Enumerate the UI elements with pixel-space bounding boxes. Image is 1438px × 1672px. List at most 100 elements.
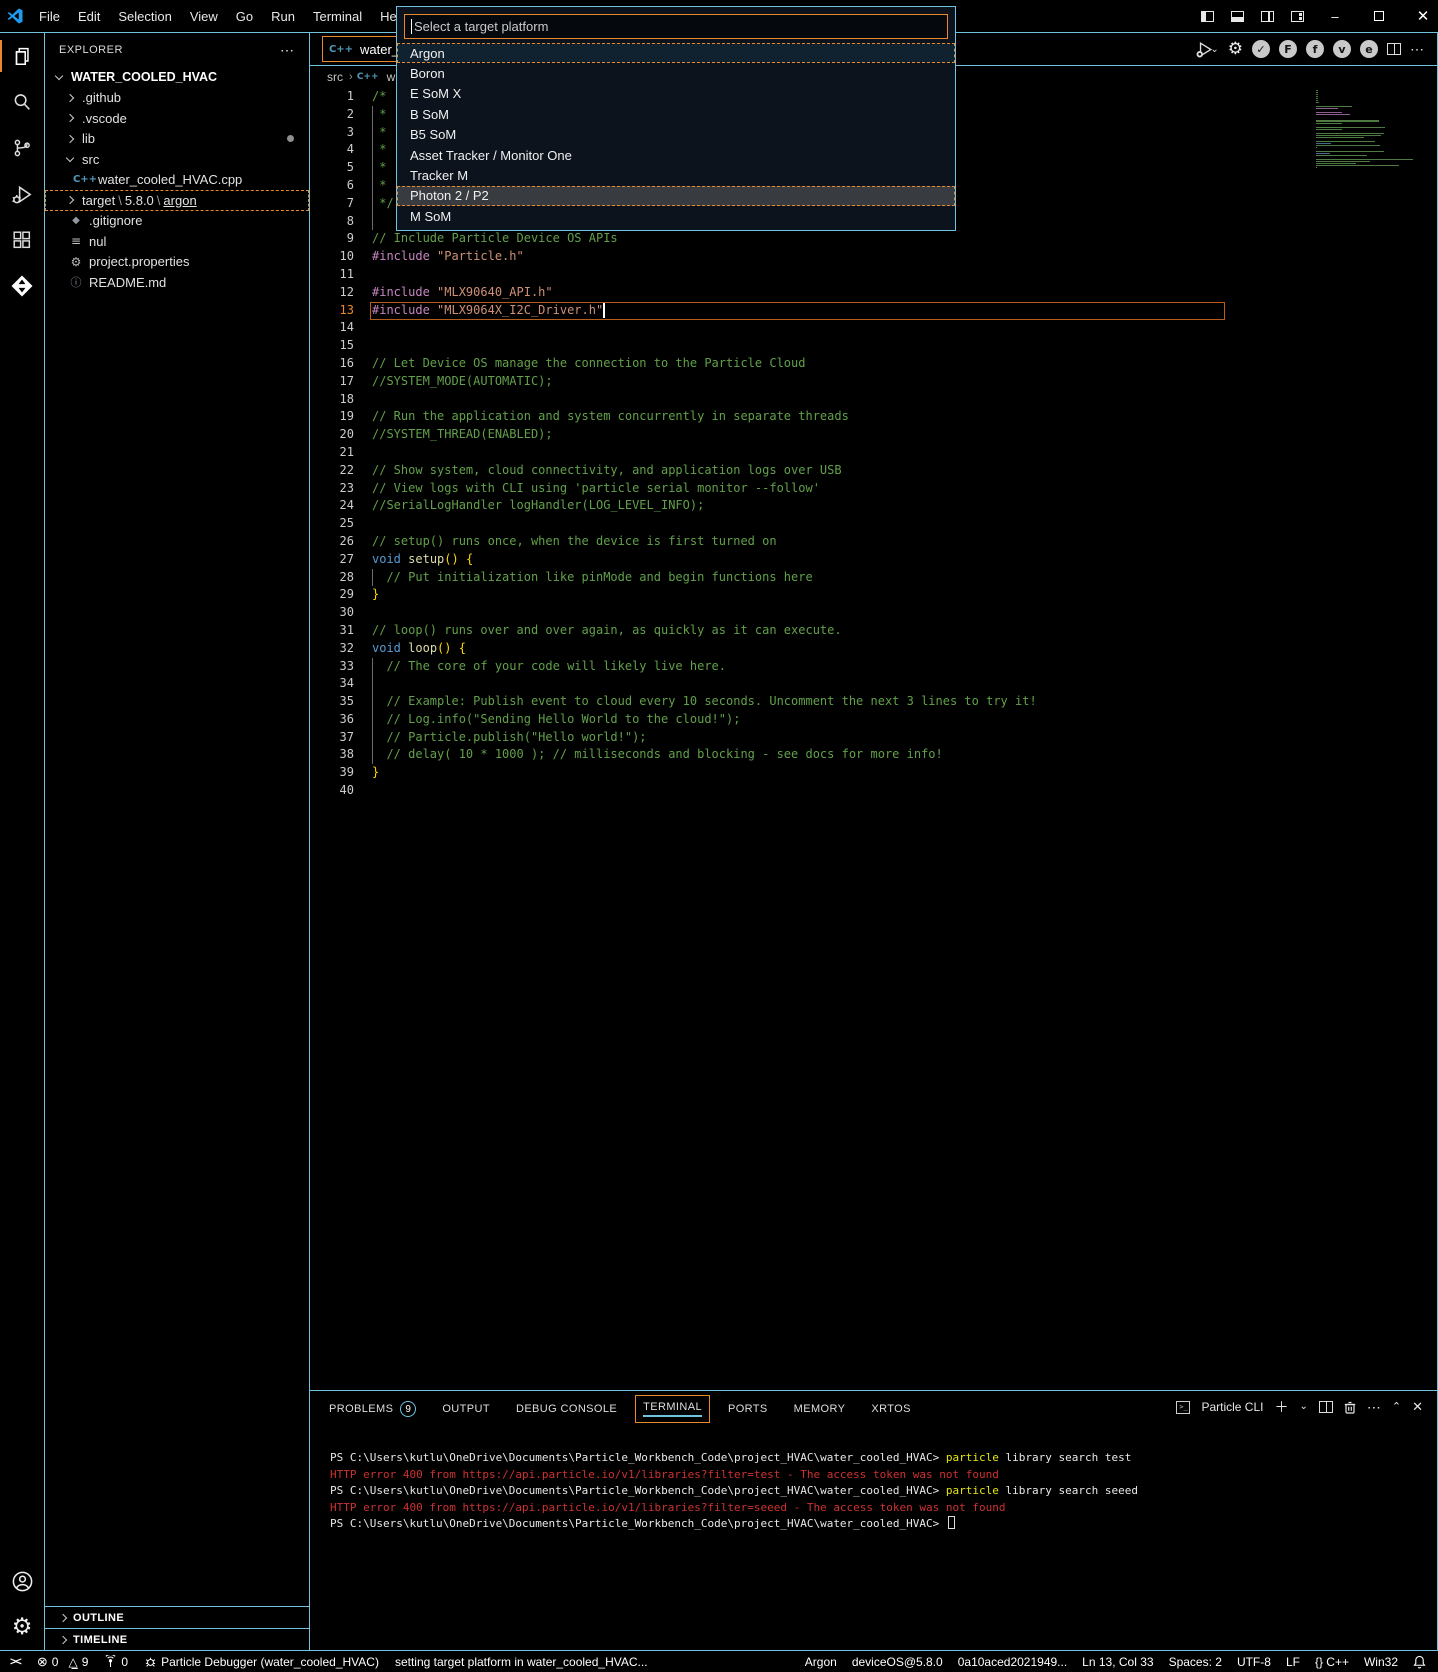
quickpick-input[interactable]: Select a target platform [404,14,948,39]
menu-view[interactable]: View [181,9,227,24]
remote-indicator[interactable]: >< [10,1656,21,1668]
status-item[interactable]: Ln 13, Col 33 [1082,1655,1153,1669]
tree-item[interactable]: .vscode [45,108,309,129]
quickpick-item[interactable]: Photon 2 / P2 [397,186,955,206]
panel-tab-ports[interactable]: PORTS [728,1403,768,1415]
status-item[interactable]: LF [1286,1655,1300,1669]
panel-tab-debug-console[interactable]: DEBUG CONSOLE [516,1403,617,1415]
quickpick-item[interactable]: Argon [397,43,955,63]
tree-item[interactable]: ≡nul [45,231,309,252]
outline-section[interactable]: OUTLINE [45,1606,309,1628]
code-line[interactable]: 34 [310,675,1437,693]
status-item[interactable]: deviceOS@5.8.0 [852,1655,943,1669]
code-line[interactable]: 35 // Example: Publish event to cloud ev… [310,693,1437,711]
tree-item[interactable]: WATER_COOLED_HVAC [45,67,309,88]
terminal-title[interactable]: Particle CLI [1201,1400,1263,1414]
search-icon[interactable] [0,79,45,125]
code-line[interactable]: 10#include "Particle.h" [310,248,1437,266]
tree-item[interactable]: ⓘREADME.md [45,272,309,293]
terminal[interactable]: PS C:\Users\kutlu\OneDrive\Documents\Par… [310,1450,1437,1533]
panel-tab-xrtos[interactable]: XRTOS [871,1403,911,1415]
code-line[interactable]: 22// Show system, cloud connectivity, an… [310,462,1437,480]
code-line[interactable]: 31// loop() runs over and over again, as… [310,622,1437,640]
quickpick-item[interactable]: B5 SoM [397,125,955,145]
particle-compile-icon[interactable]: ✓ [1252,40,1270,58]
run-debug-icon[interactable] [0,171,45,217]
terminal-picker-chevron-icon[interactable]: ⌄ [1299,1400,1307,1414]
breadcrumb-folder[interactable]: src [327,70,343,84]
code-line[interactable]: 36 // Log.info("Sending Hello World to t… [310,711,1437,729]
code-line[interactable]: 37 // Particle.publish("Hello world!"); [310,729,1437,747]
quickpick-item[interactable]: Asset Tracker / Monitor One [397,145,955,165]
code-line[interactable]: 38 // delay( 10 * 1000 ); // millisecond… [310,746,1437,764]
debug-run-icon[interactable]: ⌄ [1195,40,1218,59]
close-window-button[interactable]: ✕ [1408,0,1438,32]
timeline-section[interactable]: TIMELINE [45,1628,309,1650]
maximize-panel-icon[interactable]: ⌃ [1392,1400,1401,1414]
status-item[interactable]: UTF-8 [1237,1655,1271,1669]
code-line[interactable]: 19// Run the application and system conc… [310,408,1437,426]
sidebar-more-actions-icon[interactable]: ⋯ [280,42,295,59]
quickpick-item[interactable]: Boron [397,63,955,83]
tree-item[interactable]: lib [45,129,309,150]
panel-tab-memory[interactable]: MEMORY [794,1403,846,1415]
notifications-bell-icon[interactable] [1413,1655,1426,1669]
status-item[interactable]: Spaces: 2 [1169,1655,1222,1669]
code-line[interactable]: 25 [310,515,1437,533]
code-line[interactable]: 39} [310,764,1437,782]
split-terminal-icon[interactable] [1319,1401,1333,1413]
menu-file[interactable]: File [30,9,69,24]
code-line[interactable]: 20//SYSTEM_THREAD(ENABLED); [310,426,1437,444]
code-line[interactable]: 40 [310,782,1437,800]
problems-status[interactable]: ⊗ 0 △̲ 9 [37,1654,89,1670]
maximize-button[interactable] [1364,0,1394,32]
ports-status[interactable]: 0 [104,1655,128,1669]
code-line[interactable]: 24//SerialLogHandler logHandler(LOG_LEVE… [310,497,1437,515]
code-line[interactable]: 33 // The core of your code will likely … [310,658,1437,676]
code-line[interactable]: 18 [310,391,1437,409]
status-item[interactable]: Argon [805,1655,837,1669]
panel-tab-problems[interactable]: PROBLEMS9 [329,1401,416,1417]
code-line[interactable]: 21 [310,444,1437,462]
quickpick-item[interactable]: Tracker M [397,165,955,185]
code-line[interactable]: 27void setup() { [310,551,1437,569]
more-actions-icon[interactable]: ⋯ [1410,41,1424,58]
toggle-primary-sidebar-icon[interactable] [1192,0,1222,32]
toggle-panel-icon[interactable] [1222,0,1252,32]
customize-layout-icon[interactable] [1282,0,1312,32]
status-item[interactable]: 0a10aced2021949... [958,1655,1067,1669]
code-line[interactable]: 28 // Put initialization like pinMode an… [310,569,1437,587]
menu-terminal[interactable]: Terminal [304,9,371,24]
code-line[interactable]: 23// View logs with CLI using 'particle … [310,480,1437,498]
status-item[interactable]: Win32 [1364,1655,1398,1669]
tree-item[interactable]: ⚙project.properties [45,252,309,273]
account-icon[interactable] [0,1558,45,1604]
menu-go[interactable]: Go [227,9,262,24]
tree-item[interactable]: ◆.gitignore [45,211,309,232]
menu-edit[interactable]: Edit [69,9,109,24]
code-line[interactable]: 30 [310,604,1437,622]
particle-flash-icon[interactable]: Ϝ [1279,40,1297,58]
particle-v-icon[interactable]: v [1333,40,1351,58]
menu-selection[interactable]: Selection [109,9,180,24]
code-line[interactable]: 26// setup() runs once, when the device … [310,533,1437,551]
extensions-icon[interactable] [0,217,45,263]
panel-more-actions-icon[interactable]: ⋯ [1367,1400,1381,1414]
split-editor-icon[interactable] [1387,43,1401,55]
kill-terminal-icon[interactable] [1344,1401,1356,1414]
close-panel-icon[interactable]: ✕ [1412,1400,1423,1414]
particle-f-icon[interactable]: f [1306,40,1324,58]
tree-item[interactable]: src [45,149,309,170]
particle-e-icon[interactable]: e [1360,40,1378,58]
toggle-secondary-sidebar-icon[interactable] [1252,0,1282,32]
code-line[interactable]: 12#include "MLX90640_API.h" [310,284,1437,302]
quickpick-item[interactable]: E SoM X [397,84,955,104]
code-line[interactable]: 14 [310,319,1437,337]
minimap[interactable] [1316,90,1428,171]
minimize-button[interactable]: – [1320,0,1350,32]
code-line[interactable]: 15 [310,337,1437,355]
code-line[interactable]: 9// Include Particle Device OS APIs [310,230,1437,248]
tree-item[interactable]: C++water_cooled_HVAC.cpp [45,170,309,191]
status-item[interactable]: {} C++ [1315,1655,1349,1669]
code-line[interactable]: 11 [310,266,1437,284]
